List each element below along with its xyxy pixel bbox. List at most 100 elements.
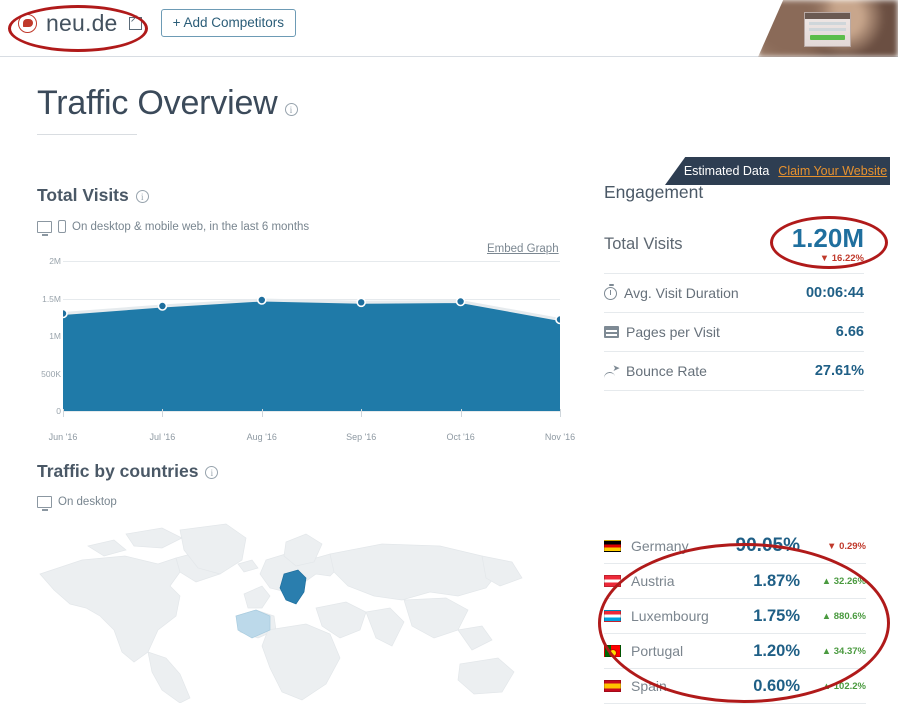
- country-delta: ▲ 102.2%: [821, 680, 866, 692]
- country-delta: ▲ 34.37%: [821, 645, 866, 657]
- country-row[interactable]: Portugal 1.20% ▲ 34.37%: [604, 634, 866, 669]
- chart-y-tick-label: 1M: [49, 331, 61, 341]
- chart-data-point[interactable]: [455, 296, 466, 307]
- engagement-row-label-wrap: Pages per Visit: [604, 324, 720, 340]
- engagement-total-visits-row: Total Visits 1.20M ▼ 16.22%: [604, 203, 864, 274]
- engagement-row-value: 6.66: [835, 324, 864, 340]
- site-identity: neu.de + Add Competitors: [18, 9, 296, 37]
- engagement-row-value: 27.61%: [814, 363, 864, 379]
- engagement-row-label: Bounce Rate: [626, 363, 707, 379]
- engagement-total-visits-label: Total Visits: [604, 235, 683, 253]
- page-title-wrap: Traffic Overview i: [37, 84, 298, 123]
- country-value: 90.05%: [735, 535, 800, 556]
- traffic-by-countries-info-icon[interactable]: i: [205, 466, 219, 480]
- country-name: Austria: [631, 573, 675, 589]
- main-content: Traffic Overview i Estimated Data Claim Y…: [0, 57, 890, 704]
- delta-down-arrow-icon: ▼: [819, 253, 830, 264]
- total-visits-info-icon[interactable]: i: [135, 190, 149, 204]
- mobile-phone-icon: [58, 220, 66, 233]
- engagement-row-label: Pages per Visit: [626, 324, 720, 340]
- chart-x-tick-label: Jul '16: [149, 432, 176, 442]
- site-name: neu.de: [46, 9, 118, 36]
- engagement-row: Pages per Visit 6.66: [604, 313, 864, 352]
- traffic-by-countries-heading-wrap: Traffic by countries i: [37, 461, 219, 482]
- country-value: 1.75%: [753, 606, 800, 625]
- pages-icon: [604, 326, 619, 338]
- bounce-arrow-icon: [604, 363, 620, 377]
- engagement-row-label-wrap: Avg. Visit Duration: [604, 283, 739, 301]
- thumbnail-titlebar: [805, 13, 850, 19]
- top-bar: neu.de + Add Competitors: [0, 0, 898, 57]
- title-underline-rule: [37, 134, 137, 135]
- traffic-by-countries-heading: Traffic by countries: [37, 461, 199, 481]
- country-name: Spain: [631, 678, 667, 694]
- chart-x-tick-mark: [63, 409, 64, 417]
- chart-data-point[interactable]: [58, 308, 68, 319]
- engagement-row: Avg. Visit Duration 00:06:44: [604, 274, 864, 313]
- desktop-monitor-icon: [37, 496, 52, 511]
- claim-your-website-link[interactable]: Claim Your Website: [778, 164, 887, 178]
- chart-x-tick-label: Sep '16: [346, 432, 377, 442]
- add-competitors-button[interactable]: + Add Competitors: [160, 9, 296, 37]
- total-visits-chart: 0 500K 1M 1.5M 2M Jun '16 Jul '16 Aug '16 Sep '…: [37, 256, 575, 442]
- chart-x-tick-mark: [162, 409, 164, 417]
- flag-luxembourg-icon: [604, 610, 621, 622]
- country-list: Germany 90.05% ▼ 0.29% Austria 1.87% ▲ 32.26%…: [604, 529, 866, 704]
- engagement-row-value: 00:06:44: [805, 285, 864, 301]
- embed-graph-link[interactable]: Embed Graph: [487, 243, 559, 255]
- traffic-by-countries-subtitle: On desktop: [58, 496, 117, 508]
- chart-y-tick-label: 0: [56, 406, 61, 416]
- country-value: 1.87%: [753, 571, 800, 590]
- page-title-info-icon[interactable]: i: [284, 103, 298, 117]
- estimated-data-ribbon: Estimated Data Claim Your Website: [665, 157, 890, 185]
- chart-x-tick-label: Aug '16: [246, 432, 277, 442]
- desktop-monitor-icon: [37, 220, 52, 236]
- country-name: Luxembourg: [631, 608, 709, 624]
- map-highlight-germany: [279, 569, 307, 605]
- delta-up-arrow-icon: ▲: [821, 575, 832, 587]
- chart-data-point[interactable]: [356, 297, 367, 308]
- traffic-by-countries-subtitle-wrap: On desktop: [37, 496, 117, 511]
- flag-austria-icon: [604, 575, 621, 587]
- country-row[interactable]: Spain 0.60% ▲ 102.2%: [604, 669, 866, 704]
- chart-x-tick-label: Jun '16: [48, 432, 78, 442]
- chart-data-point[interactable]: [157, 301, 168, 311]
- flag-spain-icon: [604, 680, 621, 692]
- engagement-heading: Engagement: [604, 182, 704, 202]
- flag-portugal-icon: [604, 645, 621, 657]
- engagement-total-visits-value-wrap: 1.20M ▼ 16.22%: [792, 225, 864, 264]
- flag-germany-icon: [604, 540, 621, 552]
- country-row[interactable]: Luxembourg 1.75% ▲ 880.6%: [604, 599, 866, 634]
- country-value: 0.60%: [753, 676, 800, 695]
- delta-up-arrow-icon: ▲: [821, 680, 832, 692]
- world-map-svg: [39, 523, 523, 704]
- chart-area-fill: [63, 300, 560, 411]
- external-link-icon[interactable]: [128, 13, 142, 30]
- country-row[interactable]: Germany 90.05% ▼ 0.29%: [604, 529, 866, 564]
- hero-photo-banner: [758, 0, 898, 57]
- engagement-row-label-wrap: Bounce Rate: [604, 363, 707, 379]
- chart-plot-area: [58, 261, 565, 426]
- delta-down-arrow-icon: ▼: [827, 540, 837, 552]
- engagement-row: Bounce Rate 27.61%: [604, 352, 864, 391]
- chart-y-tick-label: 2M: [49, 256, 61, 266]
- country-delta: ▲ 880.6%: [821, 610, 866, 622]
- chart-data-point[interactable]: [257, 295, 267, 305]
- stopwatch-icon: [604, 283, 617, 300]
- chart-data-point[interactable]: [555, 314, 565, 325]
- chart-x-tick-label: Oct '16: [446, 432, 475, 442]
- country-delta: ▼ 0.29%: [827, 540, 866, 552]
- engagement-row-label: Avg. Visit Duration: [624, 285, 739, 301]
- delta-up-arrow-icon: ▲: [821, 645, 832, 657]
- country-delta: ▲ 32.26%: [821, 575, 866, 587]
- chart-area-series: [58, 295, 565, 411]
- delta-up-arrow-icon: ▲: [821, 610, 832, 622]
- chart-x-tick-mark: [261, 409, 263, 417]
- country-row[interactable]: Austria 1.87% ▲ 32.26%: [604, 564, 866, 599]
- total-visits-subtitle: On desktop & mobile web, in the last 6 m…: [72, 220, 310, 233]
- country-value: 1.20%: [753, 641, 800, 660]
- engagement-total-visits-value: 1.20M: [791, 223, 864, 253]
- engagement-panel: Engagement Total Visits 1.20M ▼ 16.22% A…: [604, 182, 864, 391]
- chart-y-tick-label: 500K: [41, 368, 61, 379]
- world-map[interactable]: [30, 512, 590, 704]
